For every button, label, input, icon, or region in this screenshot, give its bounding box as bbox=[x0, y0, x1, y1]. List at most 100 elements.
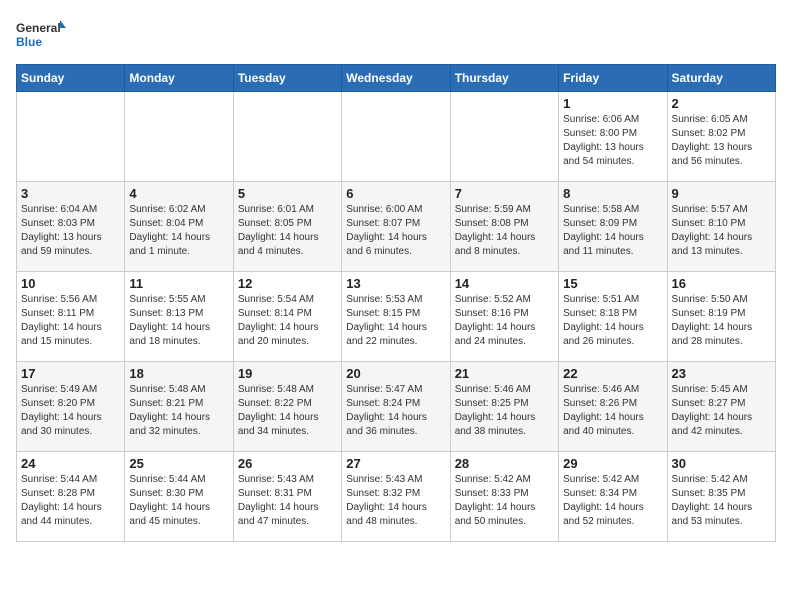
day-number: 17 bbox=[21, 366, 120, 381]
day-detail: Sunrise: 5:59 AMSunset: 8:08 PMDaylight:… bbox=[455, 203, 554, 259]
calendar-cell bbox=[342, 92, 450, 182]
calendar-cell: 1 Sunrise: 6:06 AMSunset: 8:00 PMDaylight… bbox=[559, 92, 667, 182]
calendar-cell: 6Sunrise: 6:00 AMSunset: 8:07 PMDaylight… bbox=[342, 182, 450, 272]
calendar-cell: 26 Sunrise: 5:43 AMSunset: 8:31 PMDayligh… bbox=[233, 452, 341, 542]
day-detail: Sunrise: 5:53 AMSunset: 8:15 PMDaylight:… bbox=[346, 293, 445, 349]
calendar-cell: 22 Sunrise: 5:46 AMSunset: 8:26 PMDayligh… bbox=[559, 362, 667, 452]
day-number: 25 bbox=[129, 456, 228, 471]
calendar-week-row: 3Sunrise: 6:04 AMSunset: 8:03 PMDaylight… bbox=[17, 182, 776, 272]
day-number: 30 bbox=[672, 456, 771, 471]
calendar-cell: 28 Sunrise: 5:42 AMSunset: 8:33 PMDayligh… bbox=[450, 452, 558, 542]
calendar-week-row: 1 Sunrise: 6:06 AMSunset: 8:00 PMDaylight… bbox=[17, 92, 776, 182]
day-detail: Sunrise: 5:51 AMSunset: 8:18 PMDaylight:… bbox=[563, 293, 662, 349]
day-detail: Sunrise: 6:01 AMSunset: 8:05 PMDaylight:… bbox=[238, 203, 337, 259]
weekday-header-sunday: Sunday bbox=[17, 65, 125, 92]
calendar-week-row: 10Sunrise: 5:56 AMSunset: 8:11 PMDayligh… bbox=[17, 272, 776, 362]
day-number: 13 bbox=[346, 276, 445, 291]
calendar-cell: 30 Sunrise: 5:42 AMSunset: 8:35 PMDayligh… bbox=[667, 452, 775, 542]
calendar-cell: 19Sunrise: 5:48 AMSunset: 8:22 PMDayligh… bbox=[233, 362, 341, 452]
weekday-header-monday: Monday bbox=[125, 65, 233, 92]
day-number: 22 bbox=[563, 366, 662, 381]
svg-text:General: General bbox=[16, 21, 61, 35]
day-number: 2 bbox=[672, 96, 771, 111]
day-detail: Sunrise: 5:44 AMSunset: 8:30 PMDaylight:… bbox=[129, 473, 228, 529]
day-detail: Sunrise: 5:43 AMSunset: 8:31 PMDaylight:… bbox=[238, 473, 337, 529]
day-detail: Sunrise: 5:46 AMSunset: 8:26 PMDaylight:… bbox=[563, 383, 662, 439]
weekday-header-saturday: Saturday bbox=[667, 65, 775, 92]
calendar-cell: 7 Sunrise: 5:59 AMSunset: 8:08 PMDaylight… bbox=[450, 182, 558, 272]
calendar-week-row: 24 Sunrise: 5:44 AMSunset: 8:28 PMDayligh… bbox=[17, 452, 776, 542]
calendar-cell: 3Sunrise: 6:04 AMSunset: 8:03 PMDaylight… bbox=[17, 182, 125, 272]
day-number: 27 bbox=[346, 456, 445, 471]
day-number: 16 bbox=[672, 276, 771, 291]
day-number: 11 bbox=[129, 276, 228, 291]
weekday-header-row: SundayMondayTuesdayWednesdayThursdayFrid… bbox=[17, 65, 776, 92]
calendar-cell: 5Sunrise: 6:01 AMSunset: 8:05 PMDaylight… bbox=[233, 182, 341, 272]
day-number: 20 bbox=[346, 366, 445, 381]
calendar-cell: 25 Sunrise: 5:44 AMSunset: 8:30 PMDayligh… bbox=[125, 452, 233, 542]
day-detail: Sunrise: 6:02 AMSunset: 8:04 PMDaylight:… bbox=[129, 203, 228, 259]
day-detail: Sunrise: 5:43 AMSunset: 8:32 PMDaylight:… bbox=[346, 473, 445, 529]
calendar-cell: 29Sunrise: 5:42 AMSunset: 8:34 PMDayligh… bbox=[559, 452, 667, 542]
weekday-header-friday: Friday bbox=[559, 65, 667, 92]
calendar-cell bbox=[125, 92, 233, 182]
calendar-cell: 4Sunrise: 6:02 AMSunset: 8:04 PMDaylight… bbox=[125, 182, 233, 272]
day-detail: Sunrise: 5:54 AMSunset: 8:14 PMDaylight:… bbox=[238, 293, 337, 349]
day-number: 24 bbox=[21, 456, 120, 471]
day-detail: Sunrise: 5:44 AMSunset: 8:28 PMDaylight:… bbox=[21, 473, 120, 529]
calendar-cell bbox=[450, 92, 558, 182]
calendar-cell: 10Sunrise: 5:56 AMSunset: 8:11 PMDayligh… bbox=[17, 272, 125, 362]
calendar-cell bbox=[17, 92, 125, 182]
day-detail: Sunrise: 5:42 AMSunset: 8:34 PMDaylight:… bbox=[563, 473, 662, 529]
day-number: 14 bbox=[455, 276, 554, 291]
day-detail: Sunrise: 5:49 AMSunset: 8:20 PMDaylight:… bbox=[21, 383, 120, 439]
day-detail: Sunrise: 5:48 AMSunset: 8:21 PMDaylight:… bbox=[129, 383, 228, 439]
day-number: 7 bbox=[455, 186, 554, 201]
calendar-cell: 20 Sunrise: 5:47 AMSunset: 8:24 PMDayligh… bbox=[342, 362, 450, 452]
day-detail: Sunrise: 5:42 AMSunset: 8:33 PMDaylight:… bbox=[455, 473, 554, 529]
calendar-cell bbox=[233, 92, 341, 182]
weekday-header-thursday: Thursday bbox=[450, 65, 558, 92]
day-number: 23 bbox=[672, 366, 771, 381]
day-detail: Sunrise: 5:45 AMSunset: 8:27 PMDaylight:… bbox=[672, 383, 771, 439]
calendar-cell: 16 Sunrise: 5:50 AMSunset: 8:19 PMDayligh… bbox=[667, 272, 775, 362]
day-detail: Sunrise: 5:50 AMSunset: 8:19 PMDaylight:… bbox=[672, 293, 771, 349]
day-detail: Sunrise: 6:05 AMSunset: 8:02 PMDaylight:… bbox=[672, 113, 771, 169]
svg-text:Blue: Blue bbox=[16, 35, 42, 49]
weekday-header-wednesday: Wednesday bbox=[342, 65, 450, 92]
day-number: 9 bbox=[672, 186, 771, 201]
calendar-cell: 27 Sunrise: 5:43 AMSunset: 8:32 PMDayligh… bbox=[342, 452, 450, 542]
day-number: 1 bbox=[563, 96, 662, 111]
day-detail: Sunrise: 6:00 AMSunset: 8:07 PMDaylight:… bbox=[346, 203, 445, 259]
day-detail: Sunrise: 5:46 AMSunset: 8:25 PMDaylight:… bbox=[455, 383, 554, 439]
calendar-cell: 14 Sunrise: 5:52 AMSunset: 8:16 PMDayligh… bbox=[450, 272, 558, 362]
calendar-week-row: 17 Sunrise: 5:49 AMSunset: 8:20 PMDayligh… bbox=[17, 362, 776, 452]
day-detail: Sunrise: 6:06 AMSunset: 8:00 PMDaylight:… bbox=[563, 113, 662, 169]
logo: General Blue bbox=[16, 16, 66, 56]
calendar-table: SundayMondayTuesdayWednesdayThursdayFrid… bbox=[16, 64, 776, 542]
day-number: 28 bbox=[455, 456, 554, 471]
day-detail: Sunrise: 6:04 AMSunset: 8:03 PMDaylight:… bbox=[21, 203, 120, 259]
day-detail: Sunrise: 5:42 AMSunset: 8:35 PMDaylight:… bbox=[672, 473, 771, 529]
day-detail: Sunrise: 5:57 AMSunset: 8:10 PMDaylight:… bbox=[672, 203, 771, 259]
day-number: 10 bbox=[21, 276, 120, 291]
header: General Blue bbox=[16, 16, 776, 56]
calendar-cell: 15Sunrise: 5:51 AMSunset: 8:18 PMDayligh… bbox=[559, 272, 667, 362]
weekday-header-tuesday: Tuesday bbox=[233, 65, 341, 92]
day-detail: Sunrise: 5:55 AMSunset: 8:13 PMDaylight:… bbox=[129, 293, 228, 349]
day-number: 18 bbox=[129, 366, 228, 381]
calendar-cell: 2 Sunrise: 6:05 AMSunset: 8:02 PMDaylight… bbox=[667, 92, 775, 182]
calendar-cell: 12 Sunrise: 5:54 AMSunset: 8:14 PMDayligh… bbox=[233, 272, 341, 362]
day-number: 21 bbox=[455, 366, 554, 381]
day-detail: Sunrise: 5:58 AMSunset: 8:09 PMDaylight:… bbox=[563, 203, 662, 259]
day-number: 8 bbox=[563, 186, 662, 201]
day-number: 19 bbox=[238, 366, 337, 381]
calendar-cell: 9 Sunrise: 5:57 AMSunset: 8:10 PMDaylight… bbox=[667, 182, 775, 272]
day-detail: Sunrise: 5:47 AMSunset: 8:24 PMDaylight:… bbox=[346, 383, 445, 439]
calendar-cell: 17 Sunrise: 5:49 AMSunset: 8:20 PMDayligh… bbox=[17, 362, 125, 452]
day-number: 12 bbox=[238, 276, 337, 291]
calendar-cell: 23 Sunrise: 5:45 AMSunset: 8:27 PMDayligh… bbox=[667, 362, 775, 452]
logo-svg: General Blue bbox=[16, 16, 66, 56]
day-number: 26 bbox=[238, 456, 337, 471]
day-detail: Sunrise: 5:52 AMSunset: 8:16 PMDaylight:… bbox=[455, 293, 554, 349]
